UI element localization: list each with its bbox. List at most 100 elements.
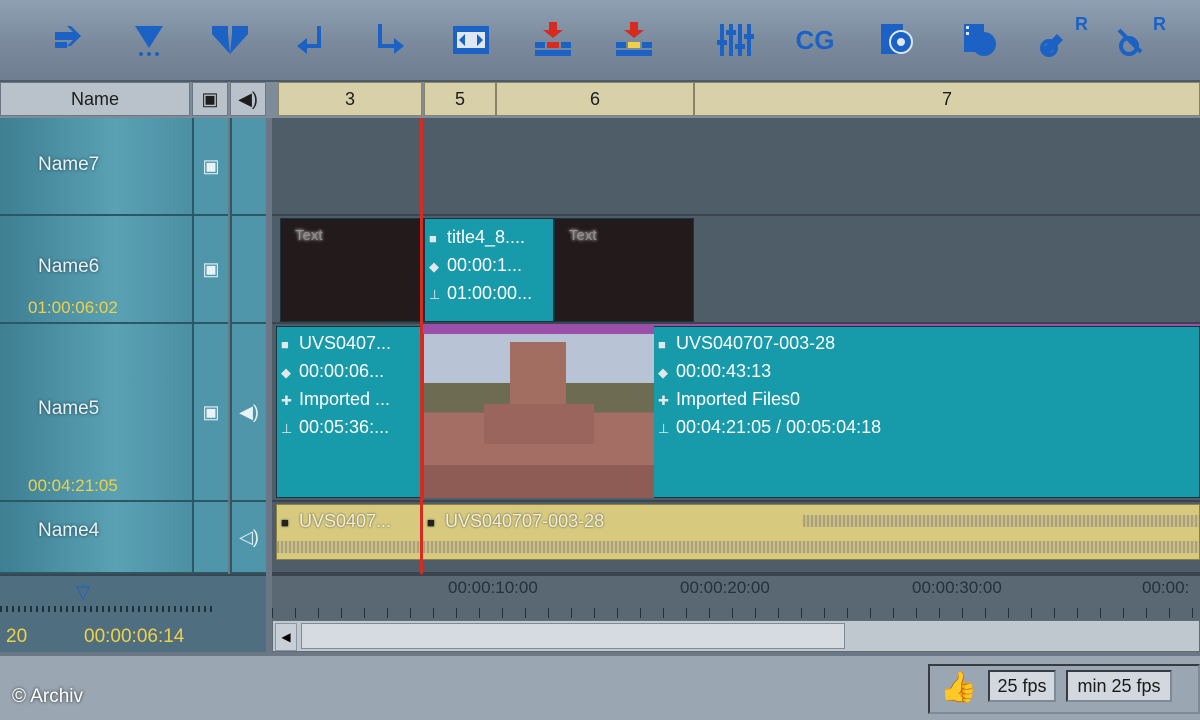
text-clip[interactable]: Text	[280, 218, 424, 322]
speaker-icon[interactable]: ◀)	[230, 324, 266, 502]
film-icon: ■	[429, 231, 437, 246]
zoom-slider[interactable]: ▽	[0, 574, 266, 620]
unlink-r-icon[interactable]: R	[1110, 14, 1168, 66]
cg-icon[interactable]: CG	[790, 14, 840, 66]
text-clip[interactable]: Text	[554, 218, 694, 322]
source-icon: ✚	[281, 393, 292, 408]
track-header-name5[interactable]: Name5 00:04:21:05	[0, 324, 192, 502]
ruler-tick-label: 00:00:	[1142, 578, 1190, 597]
fit-timeline-icon[interactable]	[446, 14, 496, 66]
lane-name4[interactable]: ■ UVS0407... ■ UVS040707-003-28	[272, 502, 1200, 574]
save-icon[interactable]: ▣	[192, 216, 228, 324]
clip-duration: 00:00:43:13	[676, 361, 772, 381]
ruler-segment[interactable]: 5	[424, 82, 496, 116]
track-name: Name7	[38, 154, 100, 175]
ruler-tick-label: 00:00:10:00	[448, 578, 538, 597]
horizontal-scrollbar[interactable]: ◀	[272, 620, 1200, 652]
timecode-icon: ⊥	[281, 421, 293, 436]
film-icon: ■	[281, 515, 289, 530]
clip-name: UVS0407...	[299, 511, 392, 531]
audio-waveform	[423, 541, 1199, 553]
audio-clip[interactable]: ■ UVS040707-003-28	[422, 504, 1200, 560]
ruler-label: 6	[589, 88, 600, 109]
ruler-segment[interactable]: 6	[496, 82, 694, 116]
timecode-readout: 20 00:00:06:14	[0, 620, 266, 652]
audio-waveform	[803, 515, 1199, 527]
scroll-left-icon[interactable]: ◀	[275, 623, 297, 651]
video-thumbnail	[424, 334, 654, 498]
clip-name: UVS040707-003-28	[445, 511, 605, 531]
track-header-row: Name ▣ ◀) 3 5 6 7	[0, 82, 1200, 118]
timecode-icon: ⊥	[429, 287, 441, 302]
clip-source: Imported ...	[299, 389, 391, 409]
duration-icon: ◆	[658, 365, 668, 380]
lane-name5[interactable]: ■ UVS0407... ◆ 00:00:06... ✚ Imported ... ⊥…	[272, 324, 1200, 502]
clip-name: UVS0407...	[299, 333, 392, 353]
arrow-right-icon[interactable]	[44, 14, 94, 66]
save-icon[interactable]: ▣	[192, 324, 228, 502]
fps-display: 25 fps	[988, 670, 1056, 702]
mixer-icon[interactable]	[710, 14, 760, 66]
source-icon: ✚	[658, 393, 669, 408]
clip-ghost-label: Text	[569, 227, 597, 244]
track-timecode: 00:04:21:05	[28, 476, 118, 495]
audio-waveform	[277, 541, 421, 553]
insert-red-icon[interactable]	[528, 14, 578, 66]
min-fps-display: min 25 fps	[1066, 670, 1172, 702]
clip-ghost-label: Text	[295, 227, 323, 244]
insert-yellow-icon[interactable]	[609, 14, 659, 66]
ruler-segment[interactable]: 3	[278, 82, 422, 116]
effect-film-icon[interactable]	[872, 14, 922, 66]
save-column-icon[interactable]: ▣	[192, 82, 228, 116]
scroll-thumb[interactable]	[301, 623, 845, 649]
save-icon[interactable]: ▣	[192, 118, 228, 216]
clip-name: UVS040707-003-28	[676, 333, 836, 353]
film-icon: ■	[658, 337, 666, 352]
return-left-icon[interactable]	[286, 14, 336, 66]
audio-clip[interactable]: ■ UVS0407...	[276, 504, 422, 560]
copyright-text: © Archiv	[12, 686, 84, 707]
speaker-column-icon[interactable]: ◀)	[230, 82, 266, 116]
name-column-header[interactable]: Name	[0, 82, 190, 116]
clip-duration: 00:00:06...	[299, 361, 385, 381]
thumbs-up-icon[interactable]: 👍	[940, 670, 977, 706]
film-icon: ■	[281, 337, 289, 352]
clip-duration: 00:00:1...	[447, 255, 523, 275]
clip-timecode: 00:05:36:...	[299, 417, 390, 437]
film-icon: ■	[427, 515, 435, 530]
ruler-segment[interactable]: 7	[694, 82, 1200, 116]
link-r-icon[interactable]: R	[1032, 14, 1090, 66]
ruler-label: 7	[941, 88, 952, 109]
video-clip[interactable]: ■ UVS040707-003-28 ◆ 00:00:43:13 ✚ Imported…	[654, 326, 1200, 498]
timecode-icon: ⊥	[658, 421, 670, 436]
clip-timecode: 00:04:21:05 / 00:05:04:18	[676, 417, 882, 437]
split-down-icon[interactable]	[205, 14, 255, 66]
empty-cell	[230, 216, 266, 324]
video-clip[interactable]: ■ UVS0407... ◆ 00:00:06... ✚ Imported ... ⊥…	[276, 326, 422, 498]
title-clip[interactable]: ■ title4_8.... ◆ 00:00:1... ⊥ 01:00:00...	[424, 218, 554, 322]
cg-label: CG	[795, 24, 835, 55]
zoom-marker-icon[interactable]: ▽	[76, 582, 90, 603]
toolbar: CG R R	[0, 0, 1200, 82]
duration-icon: ◆	[429, 259, 439, 274]
thumbnail-base	[484, 404, 594, 444]
speaker-icon[interactable]: ◁)	[230, 502, 266, 574]
track-timecode: 01:00:06:02	[28, 298, 118, 317]
lane-name6[interactable]: Text ■ title4_8.... ◆ 00:00:1... ⊥ 01:00:00…	[272, 216, 1200, 324]
return-down-right-icon[interactable]	[365, 14, 415, 66]
track-header-name4[interactable]: Name4	[0, 502, 192, 574]
film-record-icon[interactable]	[955, 14, 1005, 66]
ruler-tick-label: 00:00:30:00	[912, 578, 1002, 597]
min-fps-value: min 25 fps	[1077, 675, 1161, 696]
fps-value: 25 fps	[997, 675, 1047, 696]
marker-down-icon[interactable]	[124, 14, 174, 66]
playhead[interactable]	[420, 118, 423, 618]
link-r-label: R	[1075, 14, 1088, 34]
track-header-name6[interactable]: Name6 01:00:06:02	[0, 216, 192, 324]
lane-name7[interactable]	[272, 118, 1200, 216]
time-ruler[interactable]: 00:00:10:00 00:00:20:00 00:00:30:00 00:0…	[272, 574, 1200, 620]
unlink-r-label: R	[1153, 14, 1166, 34]
track-header-name7[interactable]: Name7	[0, 118, 192, 216]
thumbnail-tower	[510, 342, 566, 412]
name-col-label: Name	[70, 88, 119, 109]
